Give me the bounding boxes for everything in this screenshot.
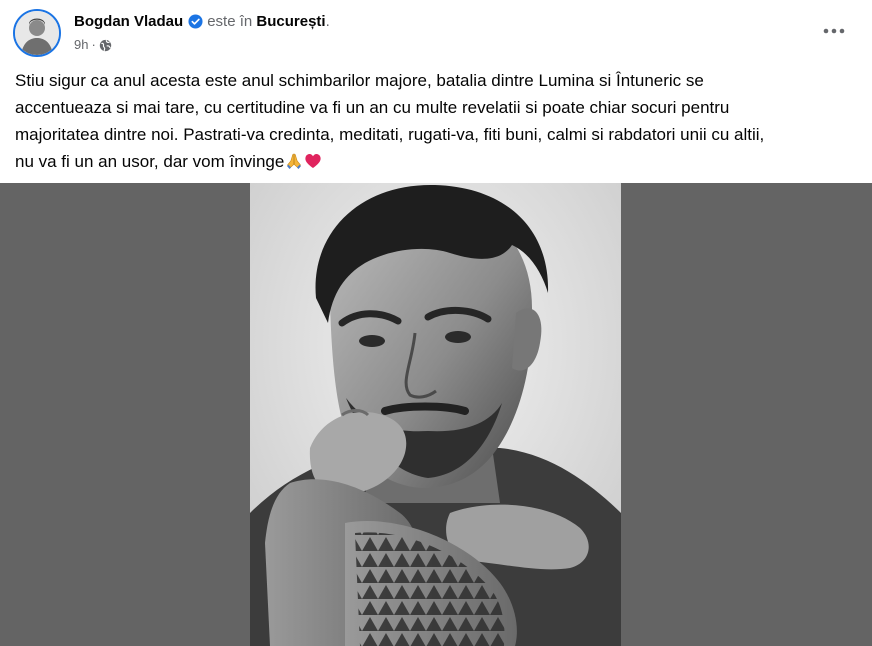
author-name[interactable]: Bogdan Vladau: [74, 13, 183, 30]
post-photo[interactable]: [250, 183, 621, 646]
post-text-line: Stiu sigur ca anul acesta este anul schi…: [15, 71, 704, 90]
post-text-line: nu va fi un an usor, dar vom învinge: [15, 152, 285, 171]
post-header: Bogdan Vladau este în București. 9h ·: [0, 0, 872, 66]
avatar-image: [15, 11, 59, 55]
avatar[interactable]: [13, 9, 61, 57]
post-photo-area: [0, 183, 872, 646]
more-options-icon[interactable]: [816, 17, 852, 45]
location-prefix: este în: [207, 13, 253, 30]
red-heart-icon: [304, 151, 322, 178]
location-suffix: .: [325, 13, 330, 30]
meta-separator: ·: [91, 37, 96, 52]
portrait-image: [250, 183, 621, 646]
globe-icon[interactable]: [99, 39, 112, 57]
verified-badge-icon: [188, 14, 203, 35]
post-text-line-last: nu va fi un an usor, dar vom învinge: [15, 148, 860, 178]
author-line: Bogdan Vladau este în București.: [74, 12, 330, 35]
post-text-line: majoritatea dintre noi. Pastrati-va cred…: [15, 125, 765, 144]
praying-hands-icon: [285, 151, 303, 178]
location-link[interactable]: București: [256, 13, 325, 30]
post-timestamp[interactable]: 9h: [74, 37, 88, 52]
post-meta: 9h ·: [74, 36, 112, 57]
post-text-line: accentueaza si mai tare, cu certitudine …: [15, 98, 730, 117]
post-text: Stiu sigur ca anul acesta este anul schi…: [15, 67, 860, 178]
